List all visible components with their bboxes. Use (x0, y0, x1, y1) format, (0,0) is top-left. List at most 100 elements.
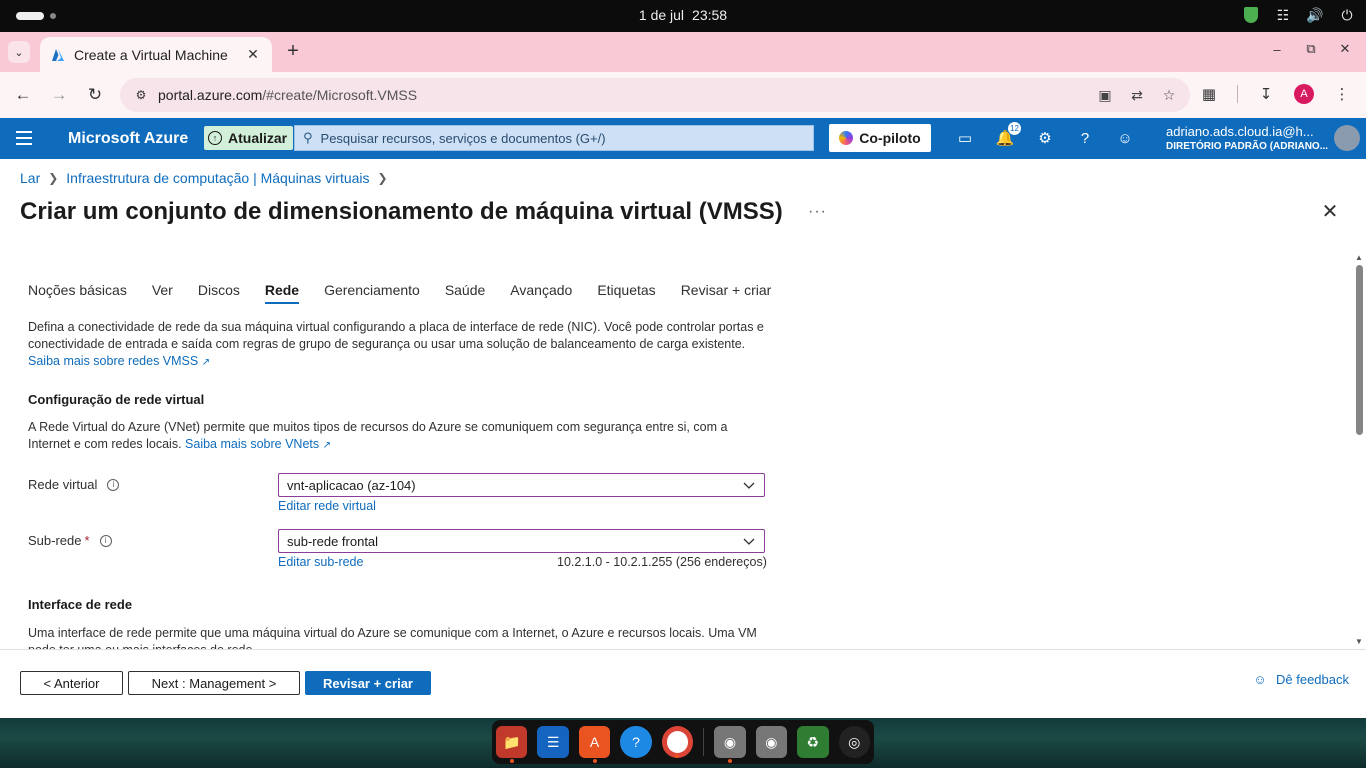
feedback-person-icon[interactable]: ☺ (1115, 128, 1135, 148)
review-create-button[interactable]: Revisar + criar (305, 671, 431, 695)
info-icon[interactable]: i (107, 478, 120, 491)
drive-icon[interactable]: ◉ (755, 726, 788, 758)
vnet-selected-value: vnt-aplicacao (az-104) (287, 477, 416, 493)
tab-search-button[interactable]: ⌄ (8, 41, 30, 63)
help-icon[interactable]: ? (1075, 128, 1095, 148)
tab-disks[interactable]: Discos (198, 282, 240, 304)
tab-spot[interactable]: Ver (152, 282, 173, 304)
tab-close-icon[interactable]: ✕ (244, 45, 262, 63)
close-blade-icon[interactable]: ✕ (1320, 201, 1340, 223)
install-app-icon[interactable]: ▣ (1096, 86, 1114, 104)
learn-more-vmss-label: Saiba mais sobre redes VMSS (28, 354, 199, 368)
external-link-icon: ↗ (201, 357, 211, 368)
tab-tags[interactable]: Etiquetas (597, 282, 655, 304)
browser-tab[interactable]: Create a Virtual Machine ✕ (40, 37, 272, 72)
update-label: Atualizar (228, 130, 288, 146)
global-search-input[interactable]: ⚲ Pesquisar recursos, serviços e documen… (294, 125, 814, 151)
software-center-icon[interactable]: A (578, 726, 611, 763)
learn-more-vmss-link[interactable]: Saiba mais sobre redes VMSS ↗ (28, 354, 210, 368)
page-title: Criar um conjunto de dimensionamento de … (20, 198, 783, 225)
dock-divider (703, 728, 705, 756)
chevron-right-icon: ❯ (377, 171, 388, 185)
edit-subnet-link[interactable]: Editar sub-rede (278, 555, 363, 569)
intro-text: Defina a conectividade de rede da sua má… (28, 320, 764, 351)
network-icon[interactable]: ☷ (1274, 6, 1292, 24)
scroll-up-arrow-icon[interactable]: ▲ (1352, 253, 1366, 263)
vnet-label-text: Rede virtual (28, 477, 98, 492)
translate-icon[interactable]: ⇄ (1128, 86, 1146, 104)
tab-advanced[interactable]: Avançado (510, 282, 572, 304)
scrollbar-thumb[interactable] (1355, 265, 1363, 435)
volume-icon[interactable]: 🔊 (1306, 6, 1324, 24)
files-app-icon[interactable]: 📁 (496, 726, 528, 763)
copilot-button[interactable]: Co-piloto (829, 124, 931, 152)
vnet-select[interactable]: vnt-aplicacao (az-104) (278, 473, 765, 497)
subnet-label-text: Sub-rede (28, 533, 82, 548)
browser-tab-strip: ⌄ Create a Virtual Machine ✕ + – ⧉ ✕ (0, 32, 1366, 72)
notifications-bell-icon[interactable]: 🔔 12 (995, 121, 1022, 148)
next-management-button[interactable]: Next : Management > (128, 671, 300, 695)
profile-avatar[interactable]: A (1294, 84, 1314, 104)
bookmark-star-icon[interactable]: ☆ (1160, 86, 1178, 104)
azure-brand[interactable]: Microsoft Azure (68, 130, 188, 148)
text-editor-icon[interactable]: ☰ (537, 726, 569, 758)
tab-basics[interactable]: Noções básicas (28, 282, 127, 304)
more-options-icon[interactable]: ··· (808, 203, 827, 221)
tab-networking[interactable]: Rede (264, 282, 300, 304)
breadcrumb-compute[interactable]: Infraestrutura de computação | Máquinas … (66, 170, 369, 186)
copilot-icon (839, 131, 854, 145)
clock-date: 1 de jul (638, 7, 685, 23)
tab-review-create[interactable]: Revisar + criar (681, 282, 772, 304)
give-feedback-link[interactable]: ☺ Dê feedback (1252, 671, 1349, 687)
portal-menu-icon[interactable] (16, 131, 32, 145)
search-placeholder: Pesquisar recursos, serviços e documento… (320, 130, 606, 146)
content-scrollbar[interactable]: ▲ ▼ (1352, 253, 1366, 647)
reload-icon[interactable]: ↻ (84, 84, 106, 106)
tab-health[interactable]: Saúde (445, 282, 485, 304)
cloud-shell-icon[interactable]: ▭ (955, 128, 975, 148)
scroll-down-arrow-icon[interactable]: ▼ (1352, 637, 1366, 647)
create-vmss-blade: Lar ❯ Infraestrutura de computação | Máq… (0, 159, 1366, 718)
previous-button[interactable]: < Anterior (20, 671, 123, 695)
extensions-icon[interactable]: ▦ (1199, 84, 1219, 104)
site-info-icon[interactable]: ⚙ (132, 86, 150, 104)
breadcrumb: Lar ❯ Infraestrutura de computação | Máq… (20, 170, 396, 186)
user-directory: DIRETÓRIO PADRÃO (ADRIANO... (1166, 141, 1329, 152)
chrome-icon[interactable] (661, 726, 694, 758)
minimize-icon[interactable]: – (1270, 42, 1284, 57)
new-tab-button[interactable]: + (282, 41, 304, 63)
trash-icon[interactable]: ♻ (797, 726, 829, 758)
close-window-icon[interactable]: ✕ (1338, 41, 1352, 56)
dock: 📁 ☰ A ? ◉ ◉ ♻ ◎ (492, 720, 874, 764)
nic-section-heading: Interface de rede (28, 597, 133, 612)
edit-vnet-link[interactable]: Editar rede virtual (278, 499, 376, 513)
help-app-icon[interactable]: ? (620, 726, 652, 758)
account-menu[interactable]: adriano.ads.cloud.ia@h... DIRETÓRIO PADR… (1166, 124, 1328, 152)
show-apps-icon[interactable]: ◎ (838, 726, 870, 758)
azure-favicon-icon (50, 47, 66, 63)
download-icon[interactable]: ↧ (1256, 84, 1276, 104)
power-icon[interactable]: ⏻ (1338, 6, 1356, 24)
learn-more-vnet-label: Saiba mais sobre VNets (185, 437, 320, 451)
security-shield-icon[interactable] (1242, 6, 1260, 24)
forward-arrow-icon[interactable]: → (48, 84, 70, 106)
notifications-count: 12 (1007, 121, 1022, 136)
feedback-icon: ☺ (1253, 671, 1267, 687)
info-icon[interactable]: i (99, 534, 112, 547)
browser-menu-icon[interactable]: ⋮ (1332, 84, 1352, 104)
running-indicator (509, 759, 514, 763)
learn-more-vnet-link[interactable]: Saiba mais sobre VNets ↗ (185, 437, 331, 451)
address-bar[interactable]: ⚙ portal.azure.com/#create/Microsoft.VMS… (120, 78, 1190, 112)
update-button[interactable]: ↑ Atualizar (204, 126, 294, 150)
clock[interactable]: 1 de jul 23:58 (0, 7, 1366, 23)
drive-icon[interactable]: ◉ (714, 726, 746, 763)
breadcrumb-home[interactable]: Lar (20, 170, 40, 186)
user-avatar[interactable] (1334, 125, 1360, 151)
tab-title: Create a Virtual Machine (74, 46, 228, 63)
back-arrow-icon[interactable]: ← (12, 84, 34, 106)
settings-gear-icon[interactable]: ⚙ (1035, 128, 1055, 148)
tab-management[interactable]: Gerenciamento (324, 282, 420, 304)
running-indicator (675, 754, 680, 758)
maximize-icon[interactable]: ⧉ (1304, 41, 1318, 56)
subnet-select[interactable]: sub-rede frontal (278, 529, 765, 553)
